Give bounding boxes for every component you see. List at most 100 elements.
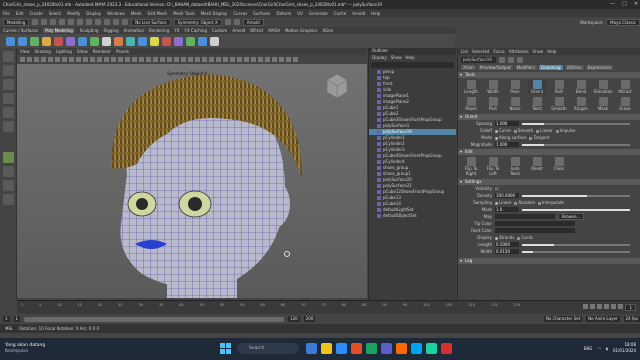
step-forward-icon[interactable] xyxy=(611,304,617,309)
renderer-dropdown[interactable]: Arnold xyxy=(242,18,264,26)
menu-item-help[interactable]: Help xyxy=(371,11,380,16)
maximize-button[interactable]: □ xyxy=(622,1,627,7)
shelf-tab-custom[interactable]: Custom xyxy=(212,28,227,33)
groom-tool-twist[interactable]: Twist xyxy=(528,97,546,111)
viewport-toolbar-icon[interactable] xyxy=(62,57,67,62)
falloff-option-impulse[interactable]: Impulse xyxy=(555,128,576,133)
shelf-tab-rigging[interactable]: Rigging xyxy=(103,28,118,33)
viewport-toolbar-icon[interactable] xyxy=(181,57,186,62)
range-end-field[interactable]: 200 xyxy=(303,316,316,322)
shelf-tab-fx-caching[interactable]: FX Caching xyxy=(185,28,207,33)
taskbar-app-icon[interactable] xyxy=(396,343,407,354)
map-field[interactable] xyxy=(495,214,555,219)
spacing-field[interactable]: 1.000 xyxy=(495,121,519,126)
shelf-tab-motion-graphics[interactable]: Motion Graphics xyxy=(285,28,318,33)
sampling-option-random[interactable]: Random xyxy=(514,200,535,205)
viewport-toolbar-icon[interactable] xyxy=(83,57,88,62)
falloff-option-linear[interactable]: Linear xyxy=(536,128,553,133)
taskbar-app-icon[interactable] xyxy=(366,343,377,354)
shelf-tool-icon[interactable] xyxy=(42,36,51,46)
attr-menu-list[interactable]: List xyxy=(461,49,468,54)
go-to-start-icon[interactable] xyxy=(583,304,589,309)
four-view-layout-icon[interactable] xyxy=(2,166,14,177)
outliner-menu-help[interactable]: Help xyxy=(406,55,415,61)
select-tool-icon[interactable] xyxy=(2,51,14,62)
viewport-toolbar-icon[interactable] xyxy=(237,57,242,62)
outliner-layout-icon[interactable] xyxy=(2,180,14,191)
lasso-tool-icon[interactable] xyxy=(2,65,14,76)
mel-label[interactable]: MEL xyxy=(3,326,16,331)
viewport-menu-renderer[interactable]: Renderer xyxy=(93,49,111,54)
shelf-tool-icon[interactable] xyxy=(186,36,195,46)
menu-item-display[interactable]: Display xyxy=(86,11,101,16)
shelf-tab-curves-surfaces[interactable]: Curves / Surfaces xyxy=(3,28,38,33)
viewport[interactable]: Symmetry: Object X xyxy=(17,64,367,298)
menu-item-generate[interactable]: Generate xyxy=(309,11,328,16)
taskbar-app-icon[interactable] xyxy=(426,343,437,354)
menu-item-edit-mesh[interactable]: Edit Mesh xyxy=(148,11,168,16)
menu-item-arnold[interactable]: Arnold xyxy=(352,11,365,16)
menu-item-file[interactable]: File xyxy=(3,11,10,16)
viewport-menu-shading[interactable]: Shading xyxy=(35,49,51,54)
viewport-toolbar-icon[interactable] xyxy=(153,57,158,62)
snap-point-icon[interactable] xyxy=(122,19,129,25)
viewport-menu-panels[interactable]: Panels xyxy=(116,49,129,54)
shelf-tool-icon[interactable] xyxy=(114,36,123,46)
groom-tool-width[interactable]: Width xyxy=(484,80,502,94)
groom-tool-part[interactable]: Part xyxy=(550,80,568,94)
viewport-toolbar-icon[interactable] xyxy=(118,57,123,62)
shelf-tool-icon[interactable] xyxy=(54,36,63,46)
magnitude-field[interactable]: 1.000 xyxy=(495,142,519,147)
density-field[interactable]: 100.0000 xyxy=(495,193,519,198)
range-start-field[interactable]: 1 xyxy=(3,316,10,322)
tip-color-swatch[interactable] xyxy=(495,221,575,226)
taskbar-search-input[interactable]: Search xyxy=(237,343,299,354)
xgen-groom-icon[interactable] xyxy=(517,56,523,63)
sampling-option-interpolate[interactable]: Interpolate xyxy=(538,200,564,205)
viewport-toolbar-icon[interactable] xyxy=(20,57,25,62)
shelf-tab-animation[interactable]: Animation xyxy=(124,28,144,33)
shelf-tool-icon[interactable] xyxy=(150,36,159,46)
menu-item-curves[interactable]: Curves xyxy=(233,11,247,16)
range-inner-end-field[interactable]: 120 xyxy=(288,316,300,322)
shelf-tab-xgen[interactable]: XGen xyxy=(322,28,333,33)
width-slider[interactable] xyxy=(522,250,630,253)
viewport-toolbar-icon[interactable] xyxy=(139,57,144,62)
select-hierarchy-icon[interactable] xyxy=(77,19,84,25)
taskbar-app-icon[interactable] xyxy=(321,343,332,354)
volume-icon[interactable]: ◖ xyxy=(606,346,608,351)
attr-menu-show[interactable]: Show xyxy=(533,49,544,54)
shelf-tab-arnold[interactable]: Arnold xyxy=(232,28,245,33)
menu-item-mesh[interactable]: Mesh xyxy=(131,11,142,16)
select-component-icon[interactable] xyxy=(95,19,102,25)
magnitude-slider[interactable] xyxy=(522,143,630,146)
weather-widget[interactable]: Yang akan datang Kesimpulan xyxy=(5,343,45,353)
shelf-tab-sculpting[interactable]: Sculpting xyxy=(80,28,99,33)
viewport-toolbar-icon[interactable] xyxy=(90,57,95,62)
viewport-toolbar-icon[interactable] xyxy=(97,57,102,62)
groom-tool-auto-twist[interactable]: Auto Twist xyxy=(506,157,524,176)
falloff-option-smooth[interactable]: Smooth xyxy=(513,128,533,133)
viewport-toolbar-icon[interactable] xyxy=(167,57,172,62)
shelf-tool-icon[interactable] xyxy=(102,36,111,46)
groom-tool-length[interactable]: Length xyxy=(462,80,480,94)
viewport-toolbar-icon[interactable] xyxy=(216,57,221,62)
groom-tool-erase[interactable]: Erase xyxy=(616,97,634,111)
time-slider[interactable]: 1 5 10 15 20 25 30 35 40 45 50 55 60 65 70 75 80 85 90 95 10… xyxy=(17,300,640,314)
xgen-tab-preview-output[interactable]: Preview/Output xyxy=(477,65,513,70)
root-color-swatch[interactable] xyxy=(495,228,575,233)
clock[interactable]: 18:08 01/01/2024 xyxy=(613,342,636,354)
groom-tool-part[interactable]: Part xyxy=(484,97,502,111)
shelf-tool-icon[interactable] xyxy=(210,36,219,46)
viewport-toolbar-icon[interactable] xyxy=(286,57,291,62)
view-cube[interactable] xyxy=(326,73,348,99)
viewport-toolbar-icon[interactable] xyxy=(132,57,137,62)
taskbar-app-icon[interactable] xyxy=(306,343,317,354)
taskbar-app-icon[interactable] xyxy=(381,343,392,354)
redo-icon[interactable] xyxy=(68,19,75,25)
groom-tool-noise[interactable]: Noise xyxy=(506,97,524,111)
viewport-toolbar-icon[interactable] xyxy=(230,57,235,62)
viewport-toolbar-icon[interactable] xyxy=(27,57,32,62)
viewport-toolbar-icon[interactable] xyxy=(258,57,263,62)
length-slider[interactable] xyxy=(522,243,630,246)
